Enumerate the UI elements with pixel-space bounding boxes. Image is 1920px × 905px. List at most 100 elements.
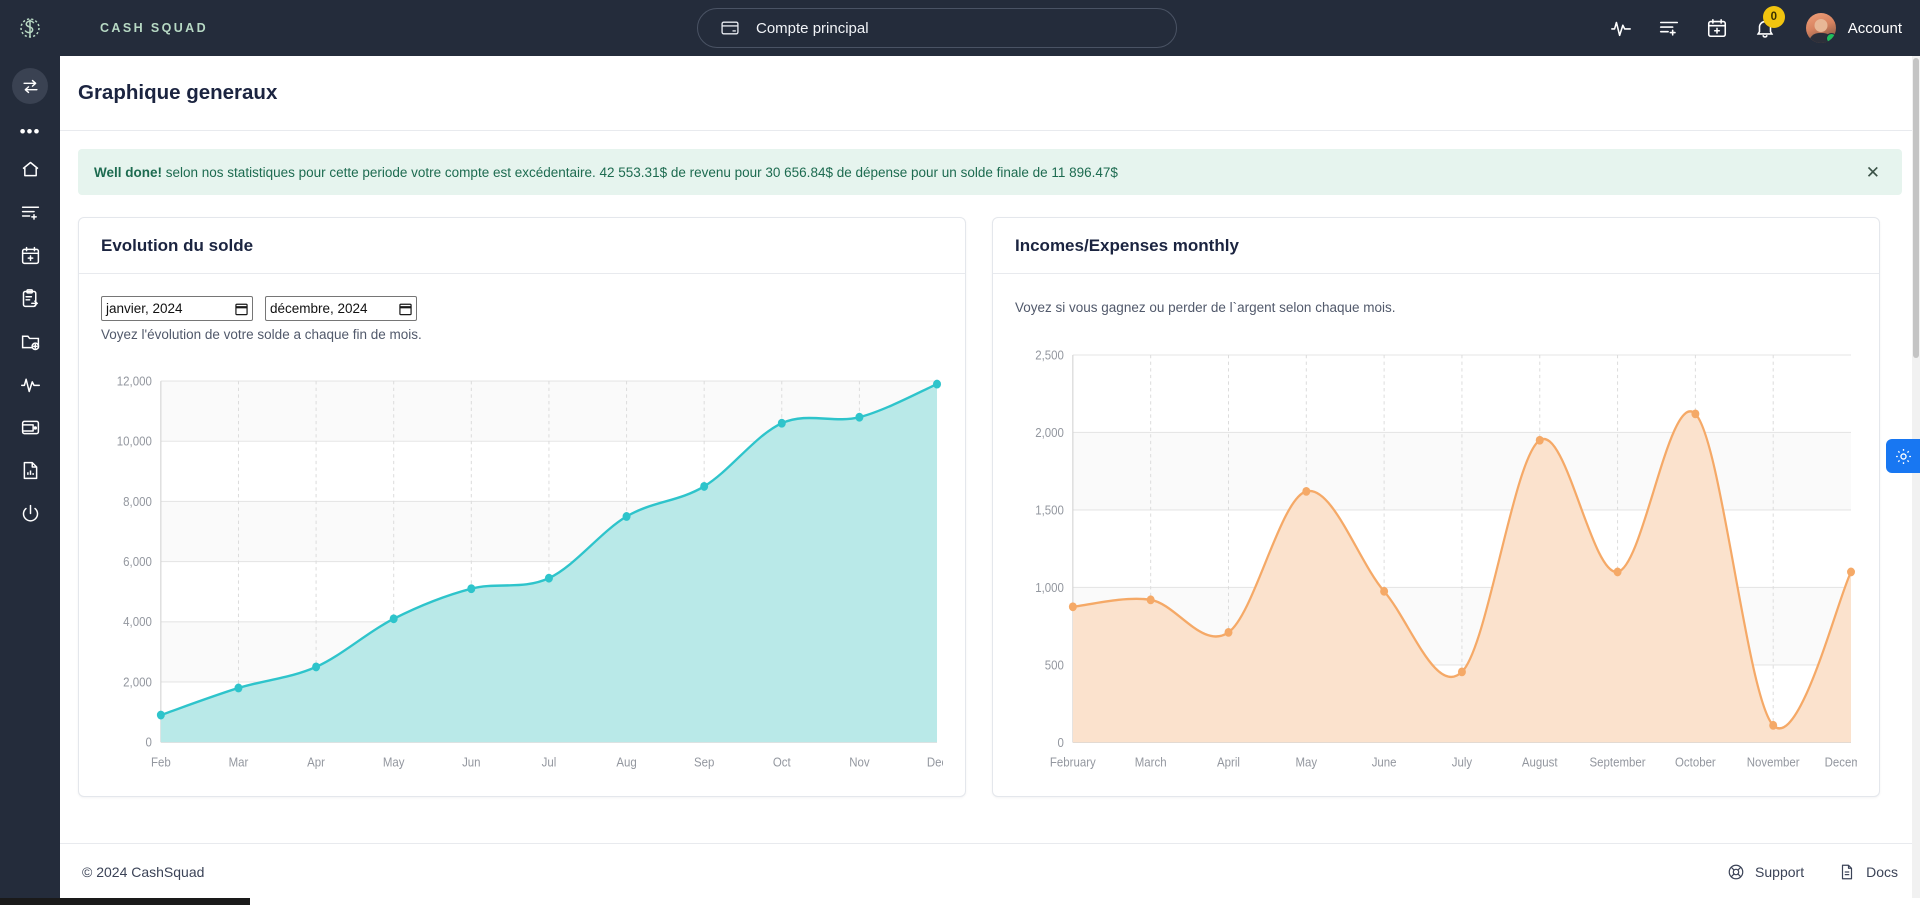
- card-title: Incomes/Expenses monthly: [1015, 235, 1239, 255]
- swap-arrows-icon: [22, 79, 38, 93]
- scrollbar-thumb[interactable]: [1913, 58, 1919, 358]
- card-body: Voyez si vous gagnez ou perder de l`arge…: [993, 274, 1879, 796]
- avatar: [1805, 13, 1836, 43]
- svg-text:July: July: [1452, 755, 1472, 770]
- status-banner-strong: Well done!: [94, 164, 163, 180]
- svg-text:0: 0: [145, 735, 152, 750]
- footer-links: Support Docs: [1727, 863, 1898, 881]
- topbar-actions: 0 Account: [1610, 0, 1902, 56]
- vertical-scrollbar[interactable]: [1912, 56, 1920, 905]
- sidebar-item-activity[interactable]: [10, 363, 50, 406]
- page-header: Graphique generaux: [60, 56, 1920, 131]
- brand-name: CASH SQUAD: [100, 21, 209, 35]
- charts-row: Evolution du solde janvier, 2024 décembr…: [78, 217, 1902, 797]
- notification-count-badge: 0: [1762, 6, 1785, 28]
- svg-text:September: September: [1590, 755, 1646, 770]
- online-status-dot: [1825, 33, 1836, 43]
- card-icon: [720, 18, 740, 38]
- svg-text:May: May: [383, 755, 406, 770]
- incomes-expenses-card: Incomes/Expenses monthly Voyez si vous g…: [992, 217, 1880, 797]
- lifebuoy-icon: [1728, 864, 1744, 879]
- svg-text:2,500: 2,500: [1035, 348, 1064, 363]
- svg-text:6,000: 6,000: [123, 554, 152, 569]
- docs-label: Docs: [1866, 863, 1898, 880]
- power-icon: [22, 504, 38, 522]
- settings-fab-button[interactable]: [1886, 439, 1920, 473]
- account-label: Account: [1847, 19, 1902, 37]
- svg-text:Sep: Sep: [694, 755, 715, 770]
- status-banner-text: Well done! selon nos statistiques pour c…: [94, 165, 1118, 180]
- activity-pulse-icon[interactable]: [1610, 17, 1632, 39]
- calendar-picker-icon[interactable]: [235, 302, 248, 316]
- card-title: Evolution du solde: [101, 235, 254, 255]
- calendar-picker-icon[interactable]: [399, 302, 412, 316]
- svg-text:June: June: [1372, 755, 1397, 770]
- page-container: Graphique generaux Well done! selon nos …: [60, 56, 1920, 905]
- list-add-icon: [21, 206, 39, 220]
- svg-text:2,000: 2,000: [123, 675, 152, 690]
- account-selector[interactable]: Compte principal: [697, 8, 1177, 48]
- svg-text:Aug: Aug: [616, 755, 636, 770]
- support-link[interactable]: Support: [1727, 863, 1804, 881]
- app-root: CASH SQUAD Compte principal 0 Account ••…: [0, 0, 1920, 905]
- calendar-add-icon: [21, 246, 39, 265]
- top-header: CASH SQUAD Compte principal 0 Account: [0, 0, 1920, 56]
- svg-text:Nov: Nov: [849, 755, 870, 770]
- account-selector-label: Compte principal: [756, 19, 869, 37]
- footer: © 2024 CashSquad Support Docs: [60, 843, 1920, 899]
- svg-text:500: 500: [1045, 658, 1064, 673]
- incomes-chart[interactable]: 0 500 1,000 1,500 2,000 2,500 February March Apr…: [1015, 344, 1857, 782]
- svg-text:October: October: [1675, 755, 1716, 770]
- sidebar-item-logout[interactable]: [10, 492, 50, 535]
- notifications-button[interactable]: 0: [1754, 6, 1785, 39]
- date-from-input[interactable]: janvier, 2024: [101, 296, 253, 321]
- svg-text:4,000: 4,000: [123, 615, 152, 630]
- sidebar-item-wallet[interactable]: [10, 406, 50, 449]
- svg-text:2,000: 2,000: [1035, 425, 1064, 440]
- svg-text:Dec: Dec: [927, 755, 943, 770]
- svg-text:Mar: Mar: [229, 755, 249, 770]
- svg-text:Jun: Jun: [462, 755, 480, 770]
- docs-link[interactable]: Docs: [1838, 863, 1898, 881]
- copyright: © 2024 CashSquad: [82, 863, 205, 880]
- sidebar-item-clipboard[interactable]: [10, 277, 50, 320]
- svg-text:May: May: [1295, 755, 1317, 770]
- svg-text:February: February: [1050, 755, 1096, 770]
- sidebar-item-reports[interactable]: [10, 449, 50, 492]
- balance-evolution-card: Evolution du solde janvier, 2024 décembr…: [78, 217, 966, 797]
- brand-logo-zone[interactable]: [0, 15, 60, 41]
- list-add-icon[interactable]: [1658, 17, 1680, 39]
- svg-text:Apr: Apr: [307, 755, 325, 770]
- date-to-input[interactable]: décembre, 2024: [265, 296, 417, 321]
- svg-text:8,000: 8,000: [123, 494, 152, 509]
- page-content: Well done! selon nos statistiques pour c…: [60, 131, 1920, 904]
- sidebar-more-icon[interactable]: •••: [20, 114, 41, 148]
- close-icon[interactable]: ✕: [1860, 160, 1886, 185]
- clipboard-import-icon: [22, 289, 38, 308]
- status-banner: Well done! selon nos statistiques pour c…: [78, 149, 1902, 195]
- svg-text:1,000: 1,000: [1035, 580, 1064, 595]
- svg-text:0: 0: [1058, 735, 1065, 750]
- svg-text:10,000: 10,000: [117, 434, 152, 449]
- svg-text:April: April: [1217, 755, 1240, 770]
- document-icon: [1841, 864, 1853, 879]
- date-to-value: décembre, 2024: [270, 301, 368, 316]
- svg-text:12,000: 12,000: [117, 374, 152, 389]
- sidebar-item-home[interactable]: [10, 148, 50, 191]
- folder-add-icon: [21, 335, 39, 351]
- balance-chart[interactable]: 0 2,000 4,000 6,000 8,000 10,000 12,000 Feb Mar A…: [101, 370, 943, 782]
- calendar-add-icon[interactable]: [1706, 17, 1728, 39]
- scrollbar-thumb[interactable]: [0, 898, 250, 905]
- account-menu[interactable]: Account: [1805, 13, 1902, 43]
- sidebar-item-transactions-add[interactable]: [10, 191, 50, 234]
- sidebar-toggle[interactable]: [12, 68, 48, 104]
- date-range-controls: janvier, 2024 décembre, 2024: [101, 296, 943, 321]
- home-icon: [22, 161, 38, 177]
- squad-monogram-icon: [20, 18, 40, 38]
- horizontal-scrollbar[interactable]: [0, 898, 1920, 905]
- wallet-icon: [21, 420, 39, 435]
- sidebar-item-calendar-add[interactable]: [10, 234, 50, 277]
- sidebar-item-folder-add[interactable]: [10, 320, 50, 363]
- svg-text:1,500: 1,500: [1035, 503, 1064, 518]
- document-chart-icon: [23, 461, 37, 480]
